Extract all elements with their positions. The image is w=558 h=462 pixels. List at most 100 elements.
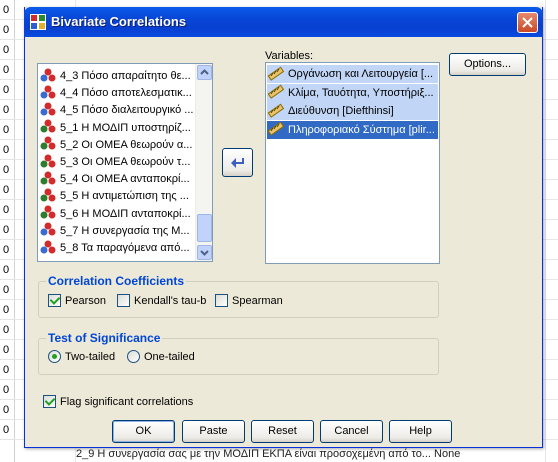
one-tailed-label: One-tailed xyxy=(144,350,195,363)
options-button[interactable]: Options... xyxy=(449,53,526,76)
correlation-coefficients-group: Correlation Coefficients Pearson Kendall… xyxy=(38,274,439,318)
selected-variable-item[interactable]: Διεύθυνση [Diefthinsi] xyxy=(267,102,438,120)
flag-significant-label: Flag significant correlations xyxy=(60,395,194,408)
source-variable-item[interactable]: 5_4 Οι ΟΜΕΑ ανταποκρί... xyxy=(39,170,190,188)
spreadsheet-row-number: 0 xyxy=(0,360,14,380)
spss-app-icon xyxy=(30,14,46,30)
nominal-variable-icon xyxy=(39,170,60,189)
nominal-variable-icon xyxy=(39,135,60,154)
source-variable-label: 5_5 Η αντιμετώπιση της ... xyxy=(60,190,189,203)
bivariate-correlations-dialog: Bivariate Correlations 4_3 Πόσο απαραίτη… xyxy=(24,7,543,448)
source-variable-item[interactable]: 5_8 Τα παραγόμενα από... xyxy=(39,239,190,257)
spreadsheet-row-number: 0 xyxy=(0,180,14,200)
one-tailed-radio[interactable]: One-tailed xyxy=(127,350,195,363)
pearson-label: Pearson xyxy=(65,294,106,307)
spreadsheet-row-number: 0 xyxy=(0,160,14,180)
flag-check-icon xyxy=(43,395,56,408)
source-variable-item[interactable]: 5_1 Η ΜΟΔΙΠ υποστηρίζ... xyxy=(39,119,191,137)
variables-label: Variables: xyxy=(265,50,314,62)
source-variable-item[interactable]: 5_5 Η αντιμετώπιση της ... xyxy=(39,187,189,205)
two-tailed-radio[interactable]: Two-tailed xyxy=(48,350,115,363)
scale-variable-icon xyxy=(267,83,288,102)
title-bar[interactable]: Bivariate Correlations xyxy=(24,7,543,37)
source-variable-item[interactable]: 4_3 Πόσο απαραίτητο θε... xyxy=(39,67,191,85)
variables-list[interactable]: Οργάνωση και Λειτουργεία [... Κλίμα, Ταυό… xyxy=(265,62,440,264)
paste-button[interactable]: Paste xyxy=(182,420,245,443)
source-variable-item[interactable]: 5_6 Η ΜΟΔΙΠ ανταποκρί... xyxy=(39,205,191,223)
source-variable-item[interactable]: 4_5 Πόσο διαλειτουργικό ... xyxy=(39,101,193,119)
move-left-arrow-icon xyxy=(230,158,244,168)
spreadsheet-row-text: 2_9 Η συνεργασία σας με την ΜΟΔΙΠ ΕΚΠΑ ε… xyxy=(76,448,461,460)
selected-variable-item[interactable]: Κλίμα, Ταυότητα, Υποστήριξ... xyxy=(267,83,438,102)
spreadsheet-row-number: 0 xyxy=(0,200,14,220)
spreadsheet-row-number: 0 xyxy=(0,140,14,160)
spreadsheet-row-number: 0 xyxy=(0,320,14,340)
source-variable-item[interactable]: 5_2 Οι ΟΜΕΑ θεωρούν α... xyxy=(39,136,192,154)
source-variable-item[interactable]: 5_3 Οι ΟΜΕΑ θεωρούν τ... xyxy=(39,153,190,171)
nominal-variable-icon xyxy=(39,187,60,206)
source-variable-label: 5_8 Τα παραγόμενα από... xyxy=(60,242,190,254)
two-tailed-radio-icon xyxy=(48,350,61,363)
spreadsheet-row-number: 0 xyxy=(0,300,14,320)
move-variable-button[interactable] xyxy=(222,148,253,177)
selected-variable-item[interactable]: Οργάνωση και Λειτουργεία [... xyxy=(267,65,438,83)
kendall-label: Kendall's tau-b xyxy=(134,294,207,307)
spreadsheet-row-number: 0 xyxy=(0,260,14,280)
kendall-checkbox[interactable]: Kendall's tau-b xyxy=(117,294,206,307)
spreadsheet-row-number: 0 xyxy=(0,40,14,60)
cancel-button[interactable]: Cancel xyxy=(320,420,383,443)
ordinal-variable-icon xyxy=(39,239,60,258)
two-tailed-label: Two-tailed xyxy=(65,350,116,363)
reset-button[interactable]: Reset xyxy=(251,420,314,443)
ok-button[interactable]: OK xyxy=(112,420,175,443)
nominal-variable-icon xyxy=(39,118,60,137)
help-button[interactable]: Help xyxy=(389,420,452,443)
scroll-down-button[interactable] xyxy=(197,245,212,260)
close-icon xyxy=(522,17,533,28)
source-variable-label: 5_3 Οι ΟΜΕΑ θεωρούν τ... xyxy=(60,156,191,168)
scroll-thumb[interactable] xyxy=(197,214,212,242)
spreadsheet-row-number: 0 xyxy=(0,220,14,240)
source-variable-label: 5_4 Οι ΟΜΕΑ ανταποκρί... xyxy=(60,173,190,186)
scroll-up-button[interactable] xyxy=(197,65,212,80)
spreadsheet-row-number: 0 xyxy=(0,100,14,120)
kendall-check-icon xyxy=(117,294,130,307)
source-variable-item[interactable]: 5_7 Η συνεργασία της Μ... xyxy=(39,222,190,240)
spreadsheet-row-number: 0 xyxy=(0,240,14,260)
spearman-check-icon xyxy=(215,294,228,307)
spreadsheet-row-number: 0 xyxy=(0,420,14,440)
correlation-coefficients-title: Correlation Coefficients xyxy=(46,274,187,288)
selected-variable-item[interactable]: Πληροφοριακό Σύστημα [plir... xyxy=(267,120,438,139)
scale-variable-icon xyxy=(267,65,288,84)
flag-significant-checkbox[interactable]: Flag significant correlations xyxy=(43,395,193,408)
ordinal-variable-icon xyxy=(39,84,60,103)
test-of-significance-group: Test of Significance Two-tailed One-tail… xyxy=(38,331,439,375)
spreadsheet-row-number: 0 xyxy=(0,280,14,300)
ordinal-variable-icon xyxy=(39,67,60,86)
close-button[interactable] xyxy=(517,12,538,33)
ordinal-variable-icon xyxy=(39,221,60,240)
source-variable-list[interactable]: 4_3 Πόσο απαραίτητο θε... 4_4 Πόσο αποτελ… xyxy=(37,63,213,262)
selected-variable-label: Διεύθυνση [Diefthinsi] xyxy=(288,105,394,117)
source-variable-label: 4_4 Πόσο αποτελεσματικ... xyxy=(60,87,192,100)
one-tailed-radio-icon xyxy=(127,350,140,363)
source-variable-label: 5_7 Η συνεργασία της Μ... xyxy=(60,224,190,237)
source-variable-label: 5_6 Η ΜΟΔΙΠ ανταποκρί... xyxy=(60,207,191,220)
scale-variable-icon xyxy=(267,102,288,121)
source-list-scrollbar[interactable] xyxy=(195,64,212,261)
nominal-variable-icon xyxy=(39,153,60,172)
spearman-checkbox[interactable]: Spearman xyxy=(215,294,283,307)
scale-variable-icon xyxy=(267,120,288,139)
source-variable-label: 5_2 Οι ΟΜΕΑ θεωρούν α... xyxy=(60,138,193,151)
pearson-check-icon xyxy=(48,294,61,307)
spreadsheet-row-number: 0 xyxy=(0,80,14,100)
spreadsheet-row-number: 0 xyxy=(0,120,14,140)
selected-variable-label: Πληροφοριακό Σύστημα [plir... xyxy=(288,123,435,136)
selected-variable-label: Κλίμα, Ταυότητα, Υποστήριξ... xyxy=(288,86,434,99)
dialog-title: Bivariate Correlations xyxy=(51,14,187,29)
spreadsheet-row-number: 0 xyxy=(0,380,14,400)
source-variable-item[interactable]: 4_4 Πόσο αποτελεσματικ... xyxy=(39,84,192,102)
spreadsheet-gridline xyxy=(545,0,546,462)
pearson-checkbox[interactable]: Pearson xyxy=(48,294,106,307)
spreadsheet-row-number: 0 xyxy=(0,400,14,420)
